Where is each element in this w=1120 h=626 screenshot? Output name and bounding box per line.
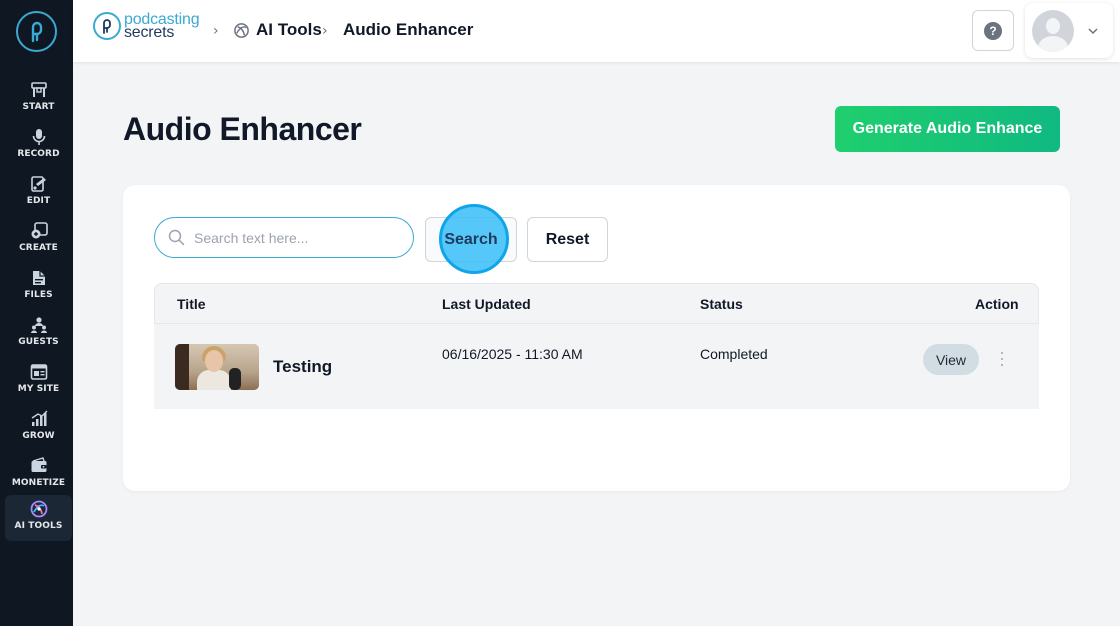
user-menu-button[interactable] bbox=[1025, 3, 1113, 58]
guests-icon bbox=[29, 315, 49, 335]
search-icon bbox=[168, 229, 185, 246]
more-options-icon[interactable] bbox=[997, 350, 1007, 368]
sidebar-item-label: MONETIZE bbox=[11, 478, 66, 488]
monetize-icon bbox=[29, 456, 49, 476]
video-thumbnail[interactable] bbox=[175, 344, 259, 390]
sidebar-item-start[interactable]: START bbox=[5, 76, 72, 122]
microphone-icon bbox=[29, 127, 49, 147]
sidebar-item-label: AI TOOLS bbox=[14, 521, 63, 531]
files-icon bbox=[29, 268, 49, 288]
sidebar-item-my-site[interactable]: MY SITE bbox=[5, 358, 72, 404]
avatar bbox=[1032, 9, 1074, 52]
sidebar-item-edit[interactable]: EDIT bbox=[5, 170, 72, 216]
start-icon bbox=[29, 80, 49, 100]
top-bar: podcasting secrets › AI Tools › Audio En… bbox=[73, 0, 1120, 62]
grow-icon bbox=[29, 409, 49, 429]
sidebar-item-guests[interactable]: GUESTS bbox=[5, 311, 72, 357]
search-input[interactable] bbox=[194, 229, 394, 246]
ai-tools-icon bbox=[29, 499, 49, 519]
sidebar-item-label: START bbox=[22, 102, 55, 112]
table-header: Title Last Updated Status Action bbox=[154, 283, 1039, 324]
reset-button[interactable]: Reset bbox=[527, 217, 608, 262]
generate-audio-enhance-button[interactable]: Generate Audio Enhance bbox=[835, 106, 1060, 152]
column-header-title: Title bbox=[177, 296, 206, 312]
sidebar-item-create[interactable]: CREATE bbox=[5, 217, 72, 263]
podcasting-logo-icon bbox=[93, 12, 121, 40]
create-icon bbox=[29, 221, 49, 241]
sidebar-item-label: EDIT bbox=[26, 196, 51, 206]
page-title: Audio Enhancer bbox=[123, 111, 362, 147]
sidebar-item-label: FILES bbox=[24, 290, 53, 300]
sidebar-item-label: RECORD bbox=[17, 149, 60, 159]
table-row[interactable]: Testing 06/16/2025 - 11:30 AM Completed … bbox=[154, 324, 1039, 409]
ai-tools-breadcrumb-icon bbox=[234, 23, 249, 38]
my-site-icon bbox=[29, 362, 49, 382]
chevron-down-icon bbox=[1088, 27, 1098, 34]
sidebar-item-record[interactable]: RECORD bbox=[5, 123, 72, 169]
search-button[interactable]: Search bbox=[425, 217, 517, 262]
sidebar-item-label: CREATE bbox=[19, 243, 58, 253]
column-header-status: Status bbox=[700, 296, 743, 312]
column-header-last-updated: Last Updated bbox=[442, 296, 531, 312]
sidebar-item-label: GUESTS bbox=[18, 337, 59, 347]
sidebar-item-files[interactable]: FILES bbox=[5, 264, 72, 310]
sidebar-item-label: MY SITE bbox=[17, 384, 60, 394]
content-card: Search Reset Title Last Updated Status A… bbox=[123, 185, 1070, 491]
row-title[interactable]: Testing bbox=[273, 357, 332, 377]
breadcrumb-ai-tools[interactable]: AI Tools bbox=[256, 20, 322, 40]
sidebar: START RECORD EDIT CREATE FILES GUESTS MY… bbox=[0, 0, 73, 626]
column-header-action: Action bbox=[975, 296, 1019, 312]
chevron-right-icon: › bbox=[322, 23, 328, 39]
sidebar-item-monetize[interactable]: MONETIZE bbox=[5, 452, 72, 498]
sidebar-item-ai-tools[interactable]: AI TOOLS bbox=[5, 495, 72, 541]
view-button[interactable]: View bbox=[923, 344, 979, 375]
breadcrumb-audio-enhancer: Audio Enhancer bbox=[343, 20, 474, 39]
sidebar-item-label: GROW bbox=[22, 431, 55, 441]
help-button[interactable]: ? bbox=[972, 10, 1014, 51]
chevron-right-icon: › bbox=[213, 23, 219, 39]
brand-logo[interactable]: podcasting secrets bbox=[93, 12, 200, 41]
help-icon: ? bbox=[984, 21, 1002, 40]
sidebar-item-grow[interactable]: GROW bbox=[5, 405, 72, 451]
edit-icon bbox=[29, 174, 49, 194]
row-last-updated: 06/16/2025 - 11:30 AM bbox=[442, 346, 583, 362]
podcasting-logo-icon bbox=[31, 21, 42, 42]
row-status: Completed bbox=[700, 346, 768, 362]
app-logo-icon[interactable] bbox=[16, 11, 57, 52]
search-field[interactable] bbox=[154, 217, 414, 258]
